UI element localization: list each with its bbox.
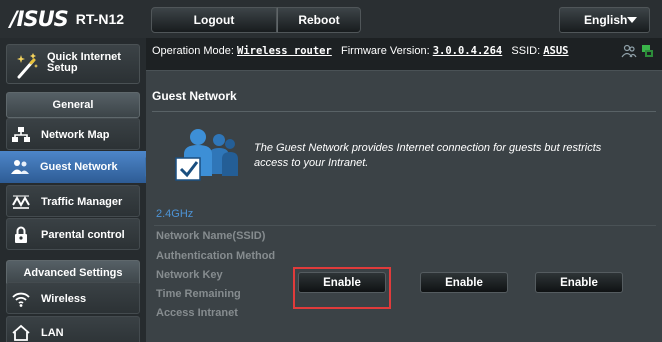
operation-mode-label: Operation Mode:	[152, 45, 234, 57]
operation-mode-link[interactable]: Wireless router	[237, 45, 332, 57]
traffic-manager-icon	[12, 195, 30, 209]
guest-network-description: The Guest Network provides Internet conn…	[254, 142, 602, 169]
sidebar-item-label: Traffic Manager	[41, 196, 123, 208]
magic-wand-icon	[17, 53, 38, 79]
sidebar-item-wireless[interactable]: Wireless	[6, 282, 140, 314]
logout-button[interactable]: Logout	[151, 7, 277, 33]
brand-logo: /ISUS	[10, 7, 69, 31]
ssid-label: SSID:	[511, 45, 541, 57]
guest-network-illustration-icon	[175, 129, 238, 181]
access-intranet-label: Access Intranet	[156, 307, 238, 319]
sidebar-item-label: Guest Network	[40, 161, 118, 173]
language-select[interactable]: English	[559, 7, 650, 33]
authentication-method-label: Authentication Method	[156, 250, 276, 262]
quick-internet-setup-label: Quick Internet Setup	[47, 51, 121, 74]
network-key-label: Network Key	[156, 269, 223, 281]
sidebar-item-label: LAN	[41, 327, 64, 339]
firmware-label: Firmware Version:	[341, 45, 430, 57]
dropdown-arrow-icon	[627, 17, 637, 23]
usb-icon[interactable]	[641, 44, 654, 58]
enable-button-3[interactable]: Enable	[535, 272, 623, 293]
sidebar-item-label: Network Map	[41, 129, 110, 141]
sidebar-item-label: Wireless	[41, 293, 87, 305]
sidebar-item-label: Parental control	[41, 229, 125, 241]
wireless-icon	[12, 292, 30, 307]
guest-network-panel: Guest Network The Guest Network provides…	[146, 70, 662, 342]
sidebar: Quick Internet Setup General Network Map…	[0, 38, 153, 342]
network-map-icon	[12, 127, 30, 142]
logo: /ISUS RT-N12	[10, 7, 124, 31]
model-name: RT-N12	[75, 11, 125, 27]
title-divider	[152, 111, 656, 112]
sidebar-item-traffic-manager[interactable]: Traffic Manager	[6, 185, 140, 217]
top-bar: /ISUS RT-N12 Logout Reboot English	[0, 0, 662, 38]
reboot-button[interactable]: Reboot	[277, 7, 361, 33]
highlight-box	[293, 267, 391, 309]
language-value: English	[584, 13, 628, 27]
page-title: Guest Network	[152, 89, 237, 103]
time-remaining-label: Time Remaining	[156, 288, 241, 300]
sidebar-item-parental-control[interactable]: Parental control	[6, 218, 140, 250]
sidebar-item-network-map[interactable]: Network Map	[6, 118, 140, 150]
sidebar-item-lan[interactable]: LAN	[6, 316, 140, 342]
sidebar-item-guest-network[interactable]: Guest Network	[0, 151, 153, 183]
guest-network-icon	[11, 160, 29, 174]
band-label: 2.4GHz	[156, 208, 194, 220]
quick-internet-setup-button[interactable]: Quick Internet Setup	[6, 44, 140, 84]
parental-control-icon	[15, 226, 27, 243]
network-name-label: Network Name(SSID)	[156, 230, 266, 242]
enable-button-2[interactable]: Enable	[420, 272, 508, 293]
general-section-header: General	[6, 92, 140, 118]
home-icon	[12, 324, 30, 341]
firmware-version-link[interactable]: 3.0.0.4.264	[433, 45, 503, 57]
ssid-link[interactable]: ASUS	[543, 45, 568, 57]
status-bar: Operation Mode: Wireless router Firmware…	[146, 38, 662, 66]
clients-icon[interactable]	[621, 44, 637, 58]
band-divider	[154, 225, 656, 226]
